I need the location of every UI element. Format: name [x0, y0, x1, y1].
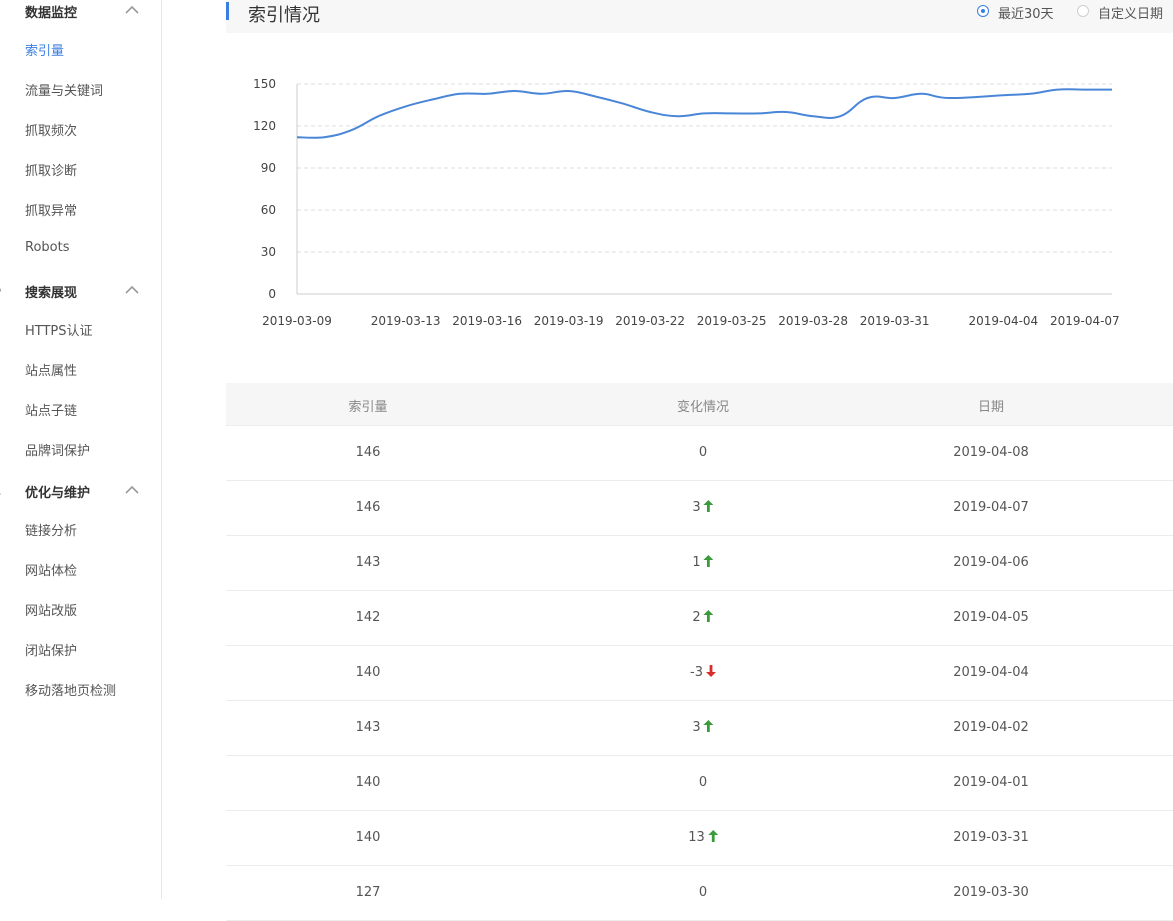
x-tick-label: 2019-03-22	[615, 314, 685, 328]
table-body: 146 0 2019-04-08 146 3 2019-04-07 143 1 2019-04-…	[226, 426, 1173, 921]
section-header-data-monitoring[interactable]: 数据监控	[0, 0, 161, 22]
table-row: 140 13 2019-03-31	[226, 811, 1173, 866]
sidebar-item-crawl-frequency[interactable]: 抓取频次	[25, 120, 77, 139]
index-table: 索引量 变化情况 日期 146 0 2019-04-08 146 3 2019-04-07…	[226, 383, 1173, 921]
sidebar-item-brand-protection[interactable]: 品牌词保护	[25, 440, 90, 459]
cell-change: 0	[698, 445, 708, 460]
arrow-up-icon	[707, 830, 718, 842]
x-tick-label: 2019-03-16	[452, 314, 522, 328]
x-tick-label: 2019-04-04	[968, 314, 1038, 328]
section-title: 数据监控	[25, 6, 78, 21]
arrow-down-icon	[705, 665, 716, 677]
x-tick-label: 2019-03-28	[778, 314, 848, 328]
x-tick-label: 2019-03-13	[371, 314, 441, 328]
y-tick-label: 60	[261, 203, 276, 217]
optimization-icon	[0, 492, 1, 496]
cell-change: 3	[692, 500, 714, 515]
sidebar: 数据监控 索引量 流量与关键词 抓取频次 抓取诊断 抓取异常 Robots 搜索…	[0, 0, 162, 899]
table-row: 146 0 2019-04-08	[226, 426, 1173, 481]
table-header: 索引量 变化情况 日期	[226, 383, 1173, 426]
y-tick-label: 150	[253, 77, 276, 91]
sidebar-item-index-volume[interactable]: 索引量	[25, 40, 64, 59]
section-header-search-display[interactable]: 搜索展现	[0, 280, 161, 302]
cell-change: 3	[692, 720, 714, 735]
section-header-optimization[interactable]: 优化与维护	[0, 480, 161, 502]
y-tick-label: 120	[253, 119, 276, 133]
arrow-up-icon	[703, 500, 714, 512]
radio-label: 最近30天	[998, 7, 1054, 22]
x-tick-label: 2019-03-31	[860, 314, 930, 328]
page-header: 索引情况 最近30天 自定义日期	[226, 0, 1173, 33]
cell-change: 0	[698, 885, 708, 900]
arrow-up-icon	[703, 720, 714, 732]
arrow-up-icon	[703, 555, 714, 567]
chevron-up-icon[interactable]	[124, 4, 140, 16]
table-row: 140 0 2019-04-01	[226, 756, 1173, 811]
chevron-up-icon[interactable]	[124, 484, 140, 496]
sidebar-item-mobile-landing[interactable]: 移动落地页检测	[25, 680, 116, 699]
table-row: 143 3 2019-04-02	[226, 701, 1173, 756]
sidebar-item-site-closure[interactable]: 闭站保护	[25, 640, 77, 659]
sidebar-item-link-analysis[interactable]: 链接分析	[25, 520, 77, 539]
y-tick-label: 30	[261, 245, 276, 259]
table-row: 140 -3 2019-04-04	[226, 646, 1173, 701]
table-row: 143 1 2019-04-06	[226, 536, 1173, 591]
y-tick-label: 0	[268, 287, 276, 301]
x-tick-label: 2019-04-07	[1050, 314, 1120, 328]
radio-circle-icon[interactable]	[1077, 5, 1089, 17]
sidebar-item-site-attributes[interactable]: 站点属性	[25, 360, 77, 379]
x-tick-label: 2019-03-19	[534, 314, 604, 328]
cell-change: 13	[688, 830, 718, 845]
section-title: 搜索展现	[25, 286, 78, 301]
title-accent-bar	[226, 2, 229, 20]
chevron-up-icon[interactable]	[124, 284, 140, 296]
table-row: 142 2 2019-04-05	[226, 591, 1173, 646]
cell-change: 1	[692, 555, 714, 570]
index-chart: 0 30 60 90 120 150 2019-03-09 2019-03-13 2019-03…	[226, 60, 1173, 350]
sidebar-item-traffic-keywords[interactable]: 流量与关键词	[25, 80, 103, 99]
cell-change: -3	[690, 665, 716, 680]
x-tick-label: 2019-03-09	[262, 314, 332, 328]
sidebar-item-https-auth[interactable]: HTTPS认证	[25, 320, 93, 339]
data-monitor-icon	[0, 3, 4, 19]
cell-change: 2	[692, 610, 714, 625]
sidebar-item-crawl-errors[interactable]: 抓取异常	[25, 200, 77, 219]
table-row: 127 0 2019-03-30	[226, 866, 1173, 921]
sidebar-item-site-sublinks[interactable]: 站点子链	[25, 400, 77, 419]
sidebar-item-robots[interactable]: Robots	[25, 240, 69, 255]
sidebar-item-site-checkup[interactable]: 网站体检	[25, 560, 77, 579]
arrow-up-icon	[703, 610, 714, 622]
section-title: 优化与维护	[25, 486, 91, 501]
cell-change: 0	[698, 775, 708, 790]
radio-circle-icon[interactable]	[977, 5, 989, 17]
y-tick-label: 90	[261, 161, 276, 175]
radio-label: 自定义日期	[1098, 7, 1164, 22]
index-line-chart: 0 30 60 90 120 150 2019-03-09 2019-03-13 2019-03…	[253, 77, 1120, 328]
search-display-icon	[0, 288, 1, 293]
x-tick-label: 2019-03-25	[697, 314, 767, 328]
table-row: 146 3 2019-04-07	[226, 481, 1173, 536]
sidebar-item-crawl-diagnosis[interactable]: 抓取诊断	[25, 160, 77, 179]
page-title: 索引情况	[248, 5, 320, 26]
sidebar-item-site-revision[interactable]: 网站改版	[25, 600, 77, 619]
